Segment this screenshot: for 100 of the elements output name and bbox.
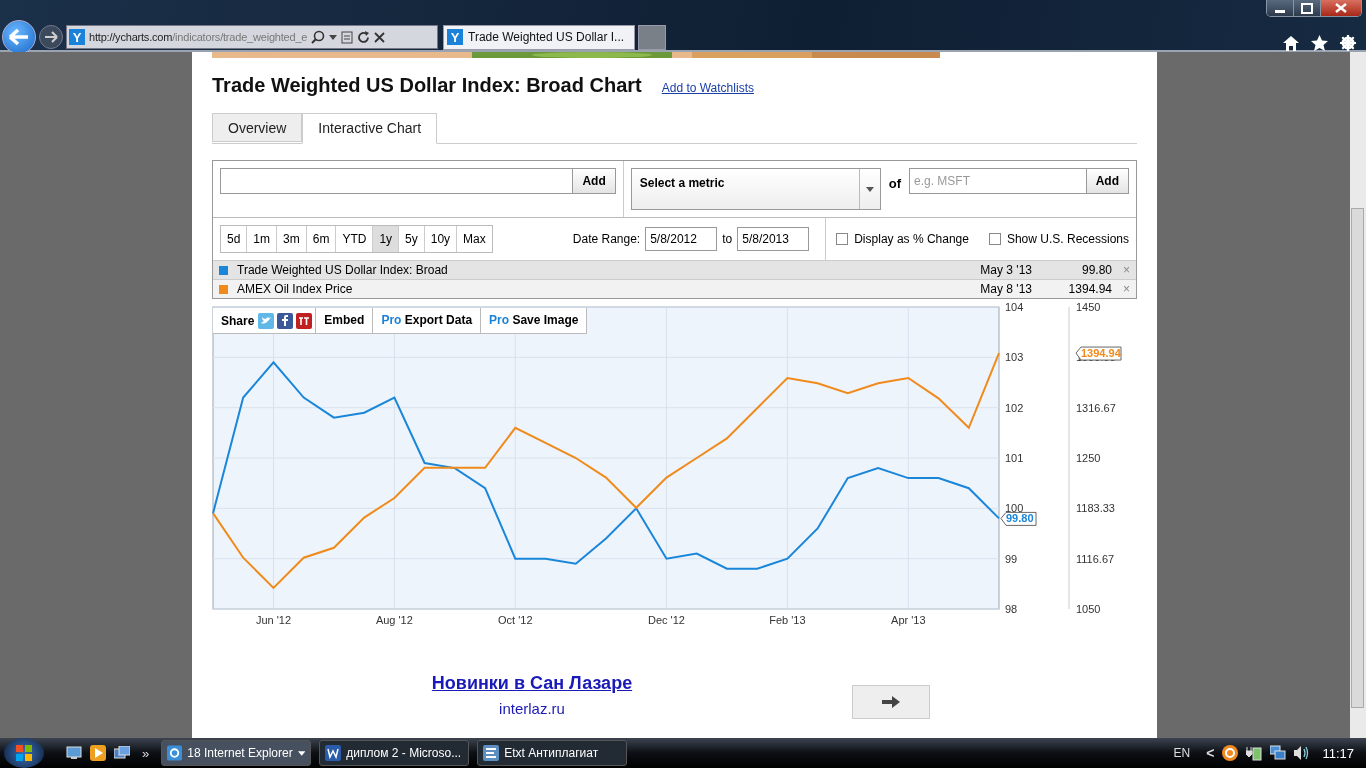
home-icon[interactable] <box>1283 35 1299 51</box>
save-image-button[interactable]: Pro Save Image <box>480 308 587 333</box>
ad-link[interactable]: Новинки в Сан Лазаре <box>431 673 633 694</box>
clock: 11:17 <box>1322 745 1354 761</box>
axis-label: Jun '12 <box>255 614 292 626</box>
facebook-icon[interactable] <box>277 312 294 329</box>
taskbar-button[interactable]: Etxt Антиплагиат <box>477 740 628 766</box>
arrow-icon <box>882 696 900 708</box>
search-field[interactable]: Add <box>220 168 616 194</box>
next-button[interactable] <box>852 685 930 719</box>
add-to-watchlists-link[interactable]: Add to Watchlists <box>661 81 754 95</box>
windows-logo-icon <box>15 744 33 762</box>
axis-label: 102 <box>1005 401 1024 414</box>
axis-label: 101 <box>1005 452 1024 464</box>
series-date: May 3 '13 <box>980 263 1032 277</box>
minimize-button[interactable] <box>1267 0 1294 16</box>
star-icon[interactable] <box>1311 35 1328 51</box>
series-name: AMEX Oil Index Price <box>237 282 354 296</box>
axis-label: Dec '12 <box>648 614 685 626</box>
caret-icon <box>865 186 874 192</box>
network-icon[interactable] <box>1270 745 1287 761</box>
more-button[interactable]: » <box>142 745 150 761</box>
date-range-label: Date Range: <box>572 232 641 246</box>
axis-label: Apr '13 <box>891 614 926 626</box>
share-label: Share <box>220 313 256 328</box>
checkbox-label: Display as % Change <box>854 232 969 246</box>
settings-icon[interactable] <box>1340 35 1356 51</box>
media-player-icon[interactable] <box>90 745 106 761</box>
scrollbar[interactable] <box>1350 52 1366 738</box>
axis-label: 103 <box>1005 351 1024 364</box>
axis-label: 99 <box>1005 552 1018 565</box>
series-name: Trade Weighted US Dollar Index: Broad <box>237 263 449 277</box>
app-icon <box>483 745 500 761</box>
close-icon[interactable] <box>374 31 386 43</box>
metric-select[interactable]: Select a metric <box>630 168 881 210</box>
page-title: Trade Weighted US Dollar Index: Broad Chart <box>212 74 642 97</box>
page-tab[interactable]: Interactive Chart <box>302 113 438 144</box>
search-icon[interactable] <box>311 30 326 44</box>
start-button[interactable] <box>4 738 44 768</box>
back-button[interactable] <box>2 20 36 54</box>
range-button[interactable]: 3m <box>277 226 307 252</box>
window-switch-icon[interactable] <box>114 746 130 760</box>
axis-label: 1050 <box>1076 603 1101 615</box>
power-icon[interactable] <box>1246 745 1263 761</box>
close-button[interactable] <box>1321 0 1361 16</box>
range-button[interactable]: 5d <box>221 226 248 252</box>
range-button[interactable]: 1m <box>247 226 278 252</box>
site-icon: Y <box>447 29 463 45</box>
new-tab-button[interactable] <box>638 24 666 50</box>
page-tab[interactable]: Overview <box>212 113 303 142</box>
date-from-field[interactable]: 5/8/2012 <box>645 227 718 251</box>
checkbox[interactable] <box>836 233 849 245</box>
range-button[interactable]: 1y <box>373 226 400 252</box>
of-label: of <box>888 176 901 191</box>
app-icon <box>325 745 342 761</box>
tray-app-icon[interactable] <box>1222 745 1239 761</box>
range-button[interactable]: 5y <box>399 226 425 252</box>
axis-label: 1116.67 <box>1076 552 1115 565</box>
range-button[interactable]: 6m <box>306 226 337 252</box>
axis-label: Aug '12 <box>375 614 413 626</box>
show-hidden-icons-button[interactable]: < <box>1206 745 1215 761</box>
date-to-field[interactable]: 5/8/2013 <box>737 227 810 251</box>
taskbar-button[interactable]: диплом 2 - Microso... <box>319 740 470 766</box>
axis-label: 1316.67 <box>1076 401 1116 414</box>
ad-domain: interlaz.ru <box>499 700 565 717</box>
site-icon: Y <box>69 29 85 45</box>
desktop-icon[interactable] <box>66 746 82 760</box>
symbol-field[interactable]: e.g. MSFT Add <box>909 168 1129 194</box>
browser-tab[interactable]: Y Trade Weighted US Dollar I... <box>443 24 635 50</box>
address-bar[interactable]: Y http://ycharts.com/indicators/trade_weighted_e <box>66 25 438 49</box>
language-indicator[interactable]: EN <box>1173 746 1191 760</box>
axis-label: Feb '13 <box>769 614 806 626</box>
dropdown-caret-icon[interactable] <box>329 34 338 40</box>
stocktwits-icon[interactable] <box>296 312 313 329</box>
add-button[interactable]: Add <box>572 169 615 193</box>
app-icon <box>167 745 183 761</box>
axis-label: 1183.33 <box>1076 502 1115 515</box>
range-button[interactable]: Max <box>457 226 492 252</box>
volume-icon[interactable] <box>1294 746 1311 760</box>
back-arrow-icon <box>8 28 30 46</box>
taskbar-button[interactable]: 18 Internet Explorer <box>161 740 312 766</box>
embed-button[interactable]: Embed <box>315 308 373 333</box>
axis-label: 98 <box>1005 603 1018 615</box>
axis-label: 1250 <box>1076 452 1101 464</box>
forward-arrow-icon <box>44 31 58 43</box>
close-icon <box>1335 3 1347 13</box>
refresh-icon[interactable] <box>357 30 371 44</box>
checkbox[interactable] <box>988 233 1001 245</box>
axis-label: 104 <box>1005 303 1024 313</box>
forward-button[interactable] <box>39 25 63 49</box>
axis-label: Oct '12 <box>498 614 533 626</box>
series-date: May 8 '13 <box>980 282 1032 296</box>
series-value: 1394.94 <box>1067 282 1112 296</box>
range-button[interactable]: 10y <box>424 226 458 252</box>
export-data-button[interactable]: Pro Export Data <box>372 308 481 333</box>
restore-button[interactable] <box>1294 0 1321 16</box>
series-value: 99.80 <box>1080 263 1112 277</box>
value-flag: 99.80 <box>1000 511 1037 526</box>
add-button[interactable]: Add <box>1085 169 1128 193</box>
checkbox-label: Show U.S. Recessions <box>1006 232 1129 246</box>
